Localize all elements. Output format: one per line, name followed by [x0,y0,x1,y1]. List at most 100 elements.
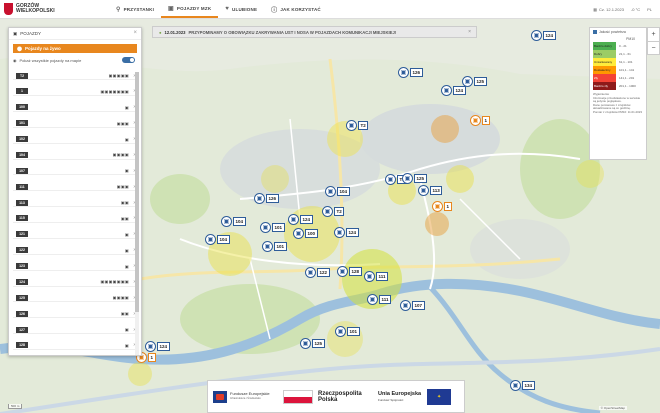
city-logo[interactable]: GORZÓW WIELKOPOLSKI [4,3,104,15]
bus-marker[interactable]: ▣ 124 [288,214,313,225]
route-row[interactable]: 127▣› [13,326,137,335]
legend-notes: Wyjaśnienia: Informacje przedstawione w … [593,92,642,114]
vehicle-line: 111 [379,295,392,304]
live-vehicles-header[interactable]: ⬤ Pojazdy na żywo [13,44,137,53]
legend-title[interactable]: Jakość powietrza [590,28,646,36]
vehicle-line: 111 [376,272,389,281]
brand-line2: WIELKOPOLSKI [16,8,55,14]
fe-flag-icon [213,390,227,403]
route-row[interactable]: 125▣▣▣▣› [13,294,137,303]
bus-marker[interactable]: ▣ 126 [254,193,279,204]
bus-marker[interactable]: ▣ 128 [337,266,362,277]
route-row[interactable]: 121▣› [13,231,137,239]
vehicle-line: 134 [522,381,535,390]
bus-icon: ▣ [398,67,409,78]
nav-help[interactable]: ⓘ JAK KORZYSTAĆ [264,0,328,18]
route-row[interactable]: 111▣▣▣› [13,183,137,192]
route-row[interactable]: 104▣▣▣▣› [13,151,137,160]
panel-header: ▣ POJAZDY × [9,28,141,40]
legend-pollutant: PM10 [626,37,635,41]
route-row[interactable]: T2▣▣▣▣▣› [13,72,137,81]
bus-marker[interactable]: ▣ 134 [510,380,535,391]
bus-icon: ▣ [335,326,346,337]
route-number: 124 [16,278,28,285]
bus-marker[interactable]: ▣ 107 [400,300,425,311]
eu-funding-logos: Fundusze Europejskie Infrastruktura i Śr… [207,380,465,413]
vehicle-line: 125 [474,77,487,86]
route-row[interactable]: 102▣› [13,136,137,144]
bus-marker[interactable]: ▣ 124 [145,341,170,352]
bus-marker[interactable]: ▣ 113 [418,185,443,196]
nav-stops[interactable]: ⚲ PRZYSTANKI [109,0,161,18]
ue-label: Unia Europejska Fundusz Spójności [378,390,422,402]
vehicle-count-icons: ▣▣▣▣ [112,295,129,301]
vehicle-line: 101 [274,242,287,251]
bus-icon: ▣ [367,294,378,305]
route-row[interactable]: 115▣▣› [13,215,137,224]
vehicle-count-icons: ▣ [124,104,129,110]
show-all-toggle[interactable] [122,57,135,63]
bus-marker[interactable]: ▣ 101 [260,222,285,233]
tram-marker[interactable]: ▣ 1 [432,201,452,212]
route-row[interactable]: 126▣▣› [13,310,137,319]
legend-range: 0 - 21 [619,44,627,48]
bus-marker[interactable]: ▣ 122 [305,267,330,278]
bus-marker[interactable]: ▣T2 [346,120,369,131]
route-row[interactable]: 124▣▣▣▣▣▣▣› [13,278,137,287]
legend-row: Umiarkowany 61,1 - 101 [593,58,643,66]
bus-marker[interactable]: ▣ 125 [300,338,325,349]
tram-marker[interactable]: ▣ 1 [470,115,490,126]
route-number: 122 [16,247,28,254]
bus-icon: ▣ [325,186,336,197]
nav-favorites[interactable]: ♥ ULUBIONE [218,0,264,18]
bus-marker[interactable]: ▣ 111 [367,294,392,305]
info-icon: ⓘ [271,7,278,14]
route-number: 127 [16,326,28,333]
bus-marker[interactable]: ▣ 126 [398,67,423,78]
close-icon[interactable]: × [133,30,137,36]
route-row[interactable]: 107▣› [13,167,137,176]
vehicle-line: 124 [453,86,466,95]
bus-icon: ▣ [260,222,271,233]
language-select[interactable]: PL [647,7,652,12]
route-row[interactable]: 1▣▣▣▣▣▣▣› [13,88,137,97]
tram-icon: ▣ [432,201,443,212]
bus-marker[interactable]: ▣ 100 [293,228,318,239]
scrollbar-thumb[interactable] [135,72,139,312]
bus-marker[interactable]: ▣ 101 [262,241,287,252]
top-navigation-bar: GORZÓW WIELKOPOLSKI ⚲ PRZYSTANKI ▣ POJAZDY… [0,0,660,19]
datetime: Cz. 12.1.2023 [599,6,624,12]
bus-marker[interactable]: ▣ 101 [335,326,360,337]
zoom-out-button[interactable]: − [648,42,659,55]
route-row[interactable]: 113▣▣› [13,199,137,208]
route-row[interactable]: 100▣› [13,104,137,112]
checkbox-icon[interactable] [593,30,597,34]
bus-marker[interactable]: ▣ 104 [205,234,230,245]
close-icon[interactable]: × [468,29,471,35]
bus-icon: ▣ [400,300,411,311]
route-row[interactable]: 123▣› [13,263,137,271]
bus-icon: ▣ [346,120,357,131]
zoom-in-button[interactable]: + [648,28,659,42]
route-row[interactable]: 128▣› [13,342,137,351]
bus-marker[interactable]: ▣ 124 [334,227,359,238]
bus-marker[interactable]: ▣ 111 [364,271,389,282]
vehicle-line: 126 [410,68,423,77]
bus-marker[interactable]: ▣ 124 [441,85,466,96]
heart-icon: ♥ [225,6,230,12]
route-row[interactable]: 122▣› [13,247,137,255]
nav-vehicles[interactable]: ▣ POJAZDY MZK [161,0,219,18]
bus-marker[interactable]: ▣ 125 [402,173,427,184]
bus-icon: ▣ [441,85,452,96]
vehicle-count-icons: ▣▣ [120,200,129,206]
bus-marker[interactable]: ▣T2 [322,206,345,217]
notice-date: 12.01.2023 [164,29,186,35]
route-number: 113 [16,199,28,206]
bus-marker[interactable]: ▣ 104 [221,216,246,227]
bus-marker[interactable]: ▣ 125 [462,76,487,87]
route-list-scrollbar[interactable] [135,72,139,355]
route-row[interactable]: 101▣▣▣› [13,120,137,128]
bus-marker[interactable]: ▣ 104 [325,186,350,197]
vehicle-line: 126 [266,194,279,203]
bus-marker[interactable]: ▣ 124 [531,30,556,41]
